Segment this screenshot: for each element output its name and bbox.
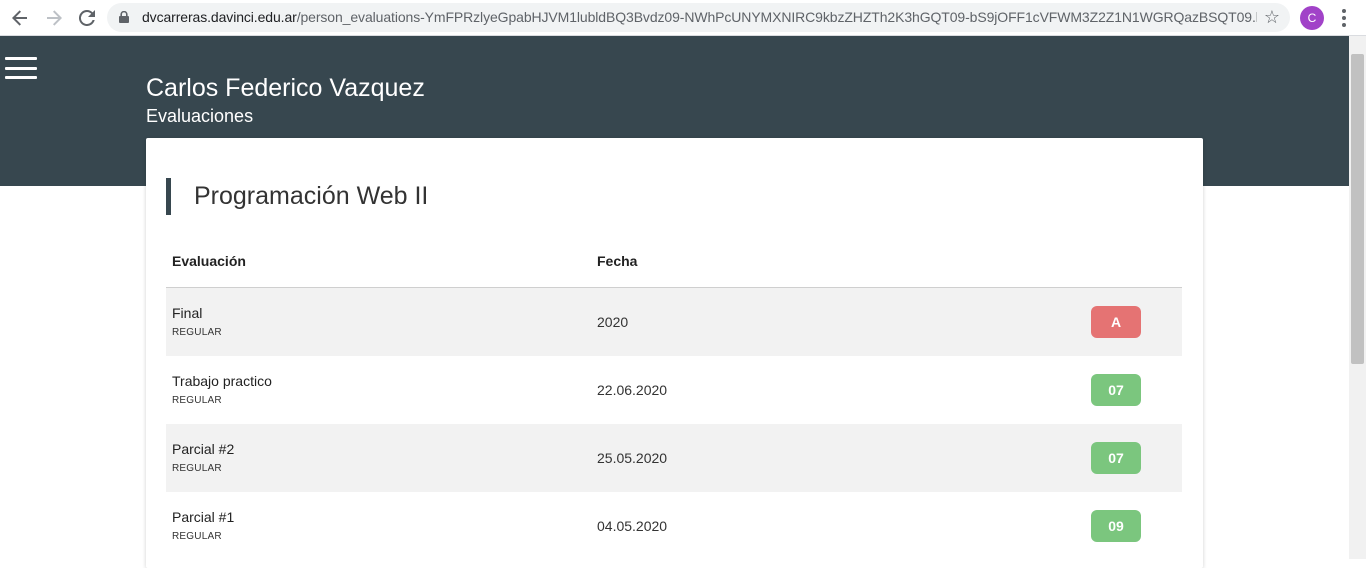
table-header: Evaluación Fecha: [166, 238, 1182, 288]
evaluation-name: Trabajo practico: [172, 373, 272, 389]
evaluations-table: Evaluación Fecha Final REGULAR 2020 A Tr…: [166, 238, 1182, 560]
table-row: Final REGULAR 2020 A: [166, 288, 1182, 356]
evaluation-name: Final: [172, 305, 203, 321]
browser-toolbar: dvcarreras.davinci.edu.ar/person_evaluat…: [0, 0, 1366, 36]
table-row: Parcial #2 REGULAR 25.05.2020 07: [166, 424, 1182, 492]
evaluation-date: 22.06.2020: [597, 382, 668, 398]
address-bar[interactable]: dvcarreras.davinci.edu.ar/person_evaluat…: [107, 3, 1290, 32]
bookmark-star-icon[interactable]: ☆: [1264, 7, 1280, 28]
column-header-evaluation: Evaluación: [172, 253, 246, 269]
profile-avatar[interactable]: C: [1300, 6, 1324, 30]
reload-icon[interactable]: [75, 6, 99, 30]
evaluation-condition: REGULAR: [172, 463, 222, 474]
url-text: dvcarreras.davinci.edu.ar/person_evaluat…: [142, 9, 1257, 25]
evaluation-condition: REGULAR: [172, 531, 222, 542]
course-title: Programación Web II: [166, 178, 428, 215]
grade-badge: 07: [1091, 374, 1141, 406]
evaluation-date: 04.05.2020: [597, 518, 668, 534]
page-scrollbar[interactable]: [1349, 36, 1366, 559]
evaluation-date: 2020: [597, 314, 629, 330]
forward-arrow-icon[interactable]: [42, 6, 66, 30]
url-host: dvcarreras.davinci.edu.ar: [142, 9, 297, 25]
grade-badge: A: [1091, 306, 1141, 338]
kebab-menu-icon[interactable]: [1336, 6, 1352, 30]
evaluation-condition: REGULAR: [172, 327, 222, 338]
evaluations-card: Programación Web II Evaluación Fecha Fin…: [146, 138, 1203, 568]
table-row: Parcial #1 REGULAR 04.05.2020 09: [166, 492, 1182, 560]
grade-badge: 07: [1091, 442, 1141, 474]
scrollbar-thumb[interactable]: [1351, 54, 1364, 364]
grade-badge: 09: [1091, 510, 1141, 542]
column-header-date: Fecha: [597, 253, 638, 269]
table-row: Trabajo practico REGULAR 22.06.2020 07: [166, 356, 1182, 424]
evaluation-name: Parcial #2: [172, 441, 235, 457]
section-title: Evaluaciones: [146, 106, 254, 126]
page: Carlos Federico Vazquez Evaluaciones Pro…: [0, 36, 1366, 568]
url-path: /person_evaluations-YmFPRzlyeGpabHJVM1lu…: [296, 9, 1257, 25]
person-name: Carlos Federico Vazquez: [146, 74, 425, 102]
evaluation-name: Parcial #1: [172, 509, 235, 525]
lock-icon: [119, 11, 129, 23]
evaluation-condition: REGULAR: [172, 395, 222, 406]
hamburger-menu-icon[interactable]: [5, 57, 37, 79]
back-arrow-icon[interactable]: [8, 6, 32, 30]
evaluation-date: 25.05.2020: [597, 450, 668, 466]
